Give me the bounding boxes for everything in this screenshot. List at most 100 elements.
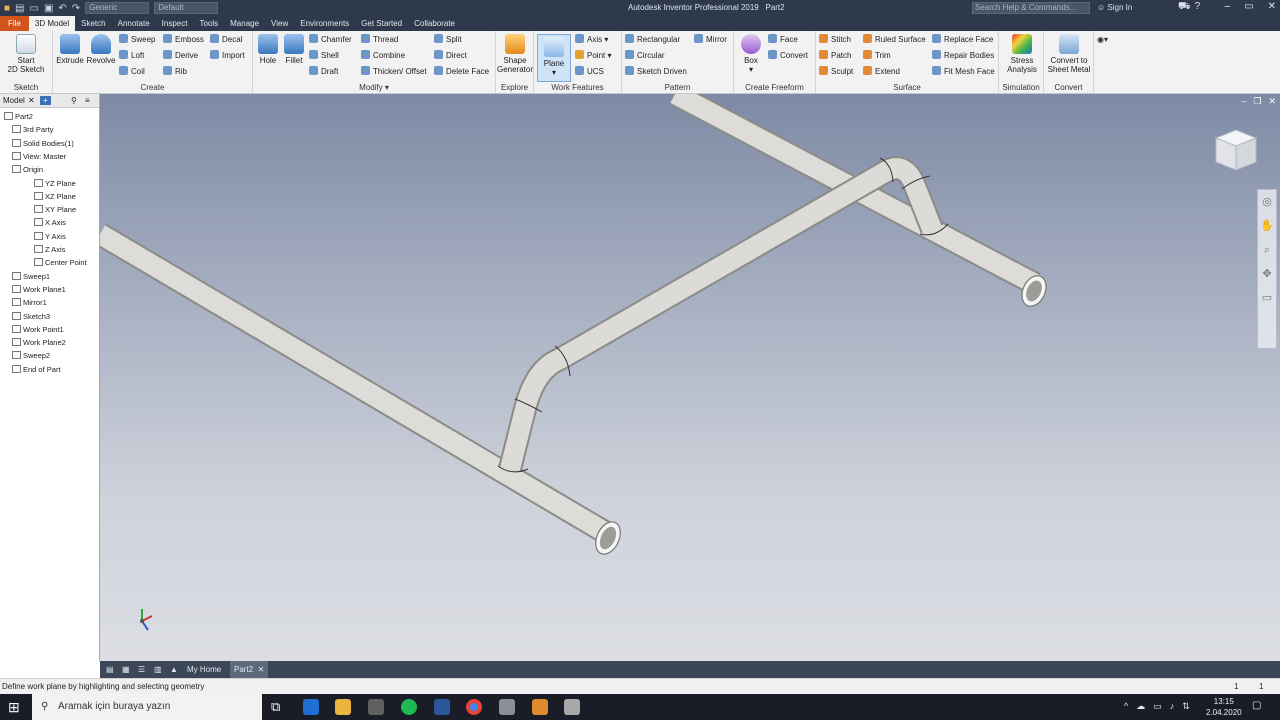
fit-mesh-face-button[interactable]: Fit Mesh Face — [932, 65, 995, 79]
pan-icon[interactable]: ✋ — [1258, 214, 1276, 238]
tree-node[interactable]: YZ Plane — [34, 177, 76, 190]
trim-button[interactable]: Trim — [863, 49, 891, 63]
save-icon[interactable]: ▣ — [44, 3, 53, 14]
help-search-input[interactable]: Search Help & Commands... — [972, 2, 1090, 14]
tile-horizontal-icon[interactable]: ▤ — [102, 661, 118, 678]
taskbar-clock[interactable]: 13:15 2.04.2020 — [1206, 696, 1242, 718]
tab-get-started[interactable]: Get Started — [355, 16, 408, 31]
inventor-icon[interactable] — [532, 699, 548, 715]
face-button[interactable]: Face — [768, 33, 798, 47]
tab-list-icon[interactable]: ▲ — [166, 661, 182, 678]
plane-button[interactable]: Plane ▾ — [537, 34, 571, 82]
start-2d-sketch-button[interactable]: Start 2D Sketch — [4, 34, 48, 74]
ucs-button[interactable]: UCS — [575, 65, 604, 79]
direct-button[interactable]: Direct — [434, 49, 467, 63]
tab-environments[interactable]: Environments — [294, 16, 355, 31]
search-icon[interactable]: ⚲ — [71, 96, 77, 105]
viewport-restore-icon[interactable]: ❐ — [1253, 96, 1261, 107]
viewport-close-icon[interactable]: ✕ — [1268, 96, 1276, 107]
point-button[interactable]: Point ▾ — [575, 49, 611, 63]
app-icon[interactable]: ■ — [4, 3, 10, 14]
steering-wheel-icon[interactable]: ◎ — [1258, 190, 1276, 214]
sculpt-button[interactable]: Sculpt — [819, 65, 853, 79]
convert-to-sheet-metal-button[interactable]: Convert to Sheet Metal — [1046, 34, 1092, 74]
volume-icon[interactable]: ♪ — [1170, 701, 1175, 712]
sign-in-button[interactable]: ☺ Sign In — [1097, 3, 1132, 12]
axis-button[interactable]: Axis ▾ — [575, 33, 608, 47]
tab-3d-model[interactable]: 3D Model — [28, 16, 76, 31]
emboss-button[interactable]: Emboss — [163, 33, 204, 47]
hole-button[interactable]: Hole — [255, 34, 281, 65]
shape-generator-button[interactable]: Shape Generator — [497, 34, 533, 74]
shell-button[interactable]: Shell — [309, 49, 339, 63]
extend-button[interactable]: Extend — [863, 65, 900, 79]
split-button[interactable]: Split — [434, 33, 462, 47]
language-icon[interactable]: ⇅ — [1182, 701, 1190, 712]
tab-my-home[interactable]: My Home — [183, 661, 225, 678]
tree-node[interactable]: 3rd Party — [12, 123, 53, 136]
tree-node[interactable]: Work Plane1 — [12, 283, 66, 296]
snipping-icon[interactable] — [564, 699, 580, 715]
spotify-icon[interactable] — [401, 699, 417, 715]
rectangular-pattern-button[interactable]: Rectangular — [625, 33, 680, 47]
draft-button[interactable]: Draft — [309, 65, 338, 79]
fillet-button[interactable]: Fillet — [281, 34, 307, 65]
appearance-combo[interactable]: Default — [154, 2, 219, 14]
new-icon[interactable]: ▤ — [15, 3, 24, 14]
start-icon[interactable]: ⊞ — [8, 699, 20, 716]
notifications-icon[interactable]: ▢ — [1252, 700, 1261, 711]
tree-node[interactable]: Origin — [12, 163, 43, 176]
tab-part2[interactable]: Part2 ✕ — [230, 661, 269, 678]
mail-icon[interactable] — [303, 699, 319, 715]
maximize-icon[interactable]: ▭ — [1244, 1, 1253, 12]
close-tab-icon[interactable]: ✕ — [258, 665, 265, 674]
tree-node[interactable]: X Axis — [34, 216, 66, 229]
sweep-button[interactable]: Sweep — [119, 33, 155, 47]
viewcube[interactable] — [1212, 126, 1260, 174]
patch-button[interactable]: Patch — [819, 49, 851, 63]
repair-bodies-button[interactable]: Repair Bodies — [932, 49, 994, 63]
close-browser-icon[interactable]: ✕ — [28, 96, 35, 105]
replace-face-button[interactable]: Replace Face — [932, 33, 993, 47]
tab-collaborate[interactable]: Collaborate — [408, 16, 461, 31]
tree-node[interactable]: Solid Bodies(1) — [12, 137, 74, 150]
tree-node[interactable]: Part2 — [4, 110, 33, 123]
orbit-icon[interactable]: ✥ — [1258, 262, 1276, 286]
tab-view[interactable]: View — [265, 16, 294, 31]
zoom-icon[interactable]: ⌕ — [1258, 238, 1276, 262]
close-icon[interactable]: ✕ — [1268, 1, 1276, 12]
open-icon[interactable]: ▭ — [30, 3, 39, 14]
menu-icon[interactable]: ≡ — [85, 96, 90, 105]
app-icon-generic[interactable] — [499, 699, 515, 715]
ruled-surface-button[interactable]: Ruled Surface — [863, 33, 926, 47]
cart-icon[interactable]: ⛟ — [1178, 1, 1191, 14]
word-icon[interactable] — [434, 699, 450, 715]
chrome-icon[interactable] — [466, 699, 482, 715]
group-label-modify[interactable]: Modify ▾ — [253, 83, 495, 92]
help-icon[interactable]: ? — [1195, 1, 1201, 14]
revolve-button[interactable]: Revolve — [86, 34, 116, 65]
taskbar-search-input[interactable]: ⚲ Aramak için buraya yazın — [32, 694, 262, 720]
stitch-button[interactable]: Stitch — [819, 33, 851, 47]
stress-analysis-button[interactable]: Stress Analysis — [1001, 34, 1043, 74]
look-at-icon[interactable]: ▭ — [1258, 286, 1276, 310]
thicken-offset-button[interactable]: Thicken/ Offset — [361, 65, 427, 79]
tile-rows-icon[interactable]: ☰ — [134, 661, 149, 678]
tree-node[interactable]: Sweep1 — [12, 270, 50, 283]
derive-button[interactable]: Derive — [163, 49, 198, 63]
mirror-button[interactable]: Mirror — [694, 33, 727, 47]
tree-node[interactable]: Work Point1 — [12, 323, 64, 336]
undo-icon[interactable]: ↶ — [58, 3, 66, 14]
tray-chevron-icon[interactable]: ^ — [1124, 701, 1128, 712]
browser-tab-model[interactable]: Model — [3, 96, 25, 105]
pipe-lower[interactable] — [100, 223, 625, 558]
tree-node[interactable]: Sweep2 — [12, 349, 50, 362]
calculator-icon[interactable] — [368, 699, 384, 715]
material-combo[interactable]: Generic — [85, 2, 150, 14]
tree-node[interactable]: Work Plane2 — [12, 336, 66, 349]
battery-icon[interactable]: ▭ — [1153, 701, 1162, 712]
tab-tools[interactable]: Tools — [193, 16, 224, 31]
circular-pattern-button[interactable]: Circular — [625, 49, 665, 63]
viewport-minimize-icon[interactable]: – — [1241, 96, 1246, 107]
tree-node[interactable]: Z Axis — [34, 243, 65, 256]
